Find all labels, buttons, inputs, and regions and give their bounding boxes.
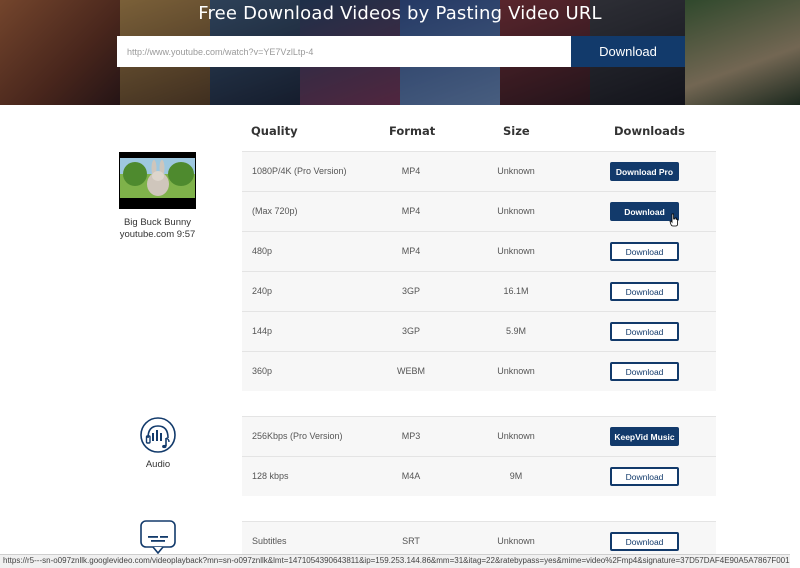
column-header-quality: Quality xyxy=(251,124,298,138)
format-cell: MP4 xyxy=(401,246,421,256)
download-button[interactable]: Download xyxy=(610,467,679,486)
quality-cell: 1080P/4K (Pro Version) xyxy=(252,166,347,176)
subtitle-chat-icon xyxy=(140,520,176,555)
format-cell: SRT xyxy=(402,536,420,546)
table-row: 256Kbps (Pro Version) MP3 Unknown KeepVi… xyxy=(242,416,716,456)
quality-cell: 256Kbps (Pro Version) xyxy=(252,431,343,441)
quality-cell: 144p xyxy=(252,326,273,336)
size-cell: Unknown xyxy=(497,431,535,441)
table-row: 1080P/4K (Pro Version) MP4 Unknown Downl… xyxy=(242,151,716,191)
size-cell: Unknown xyxy=(497,206,535,216)
format-cell: WEBM xyxy=(397,366,425,376)
video-meta: youtube.com 9:57 xyxy=(119,229,196,240)
table-row: 360p WEBM Unknown Download xyxy=(242,351,716,391)
size-cell: Unknown xyxy=(497,366,535,376)
column-header-downloads: Downloads xyxy=(614,124,685,138)
download-button[interactable]: Download xyxy=(610,532,679,551)
page-title: Free Download Videos by Pasting Video UR… xyxy=(198,3,602,24)
bunny-thumbnail-image xyxy=(119,152,196,209)
hero-banner: Free Download Videos by Pasting Video UR… xyxy=(0,0,800,105)
table-row: 240p 3GP 16.1M Download xyxy=(242,271,716,311)
quality-cell: 360p xyxy=(252,366,273,376)
video-title: Big Buck Bunny xyxy=(123,217,192,228)
format-cell: M4A xyxy=(401,471,421,481)
quality-cell: (Max 720p) xyxy=(252,206,298,216)
headphones-music-icon xyxy=(140,417,176,453)
format-cell: 3GP xyxy=(401,286,420,296)
format-cell: MP4 xyxy=(401,206,421,216)
column-header-size: Size xyxy=(503,124,530,138)
table-row: 144p 3GP 5.9M Download xyxy=(242,311,716,351)
size-cell: Unknown xyxy=(497,536,535,546)
video-url-input[interactable] xyxy=(117,36,571,67)
column-header-format: Format xyxy=(389,124,436,138)
size-cell: Unknown xyxy=(497,246,535,256)
download-url-button[interactable]: Download xyxy=(571,36,685,67)
quality-cell: Subtitles xyxy=(252,536,287,546)
format-cell: MP3 xyxy=(401,431,421,441)
format-cell: MP4 xyxy=(401,166,421,176)
size-cell: 16.1M xyxy=(503,286,529,296)
format-cell: 3GP xyxy=(401,326,420,336)
download-pro-button[interactable]: Download Pro xyxy=(610,162,679,181)
table-row: 480p MP4 Unknown Download xyxy=(242,231,716,271)
hand-cursor-icon xyxy=(669,213,678,227)
subtitles-table: Subtitles SRT Unknown Download xyxy=(242,521,716,554)
size-cell: Unknown xyxy=(497,166,535,176)
quality-cell: 240p xyxy=(252,286,273,296)
download-button[interactable]: Download xyxy=(610,282,679,301)
video-formats-table: 1080P/4K (Pro Version) MP4 Unknown Downl… xyxy=(242,151,716,391)
size-cell: 5.9M xyxy=(505,326,526,336)
download-button[interactable]: Download xyxy=(610,362,679,381)
audio-label: Audio xyxy=(145,459,171,470)
browser-status-bar: https://r5---sn-o097znllk.googlevideo.co… xyxy=(0,554,790,568)
size-cell: 9M xyxy=(509,471,523,481)
download-button[interactable]: Download xyxy=(610,322,679,341)
download-button[interactable]: Download xyxy=(610,242,679,261)
table-row: (Max 720p) MP4 Unknown Download xyxy=(242,191,716,231)
keepvid-music-button[interactable]: KeepVid Music xyxy=(610,427,679,446)
table-row: 128 kbps M4A 9M Download xyxy=(242,456,716,496)
quality-cell: 480p xyxy=(252,246,273,256)
video-thumbnail xyxy=(119,152,196,209)
quality-cell: 128 kbps xyxy=(252,471,289,481)
audio-formats-table: 256Kbps (Pro Version) MP3 Unknown KeepVi… xyxy=(242,416,716,496)
